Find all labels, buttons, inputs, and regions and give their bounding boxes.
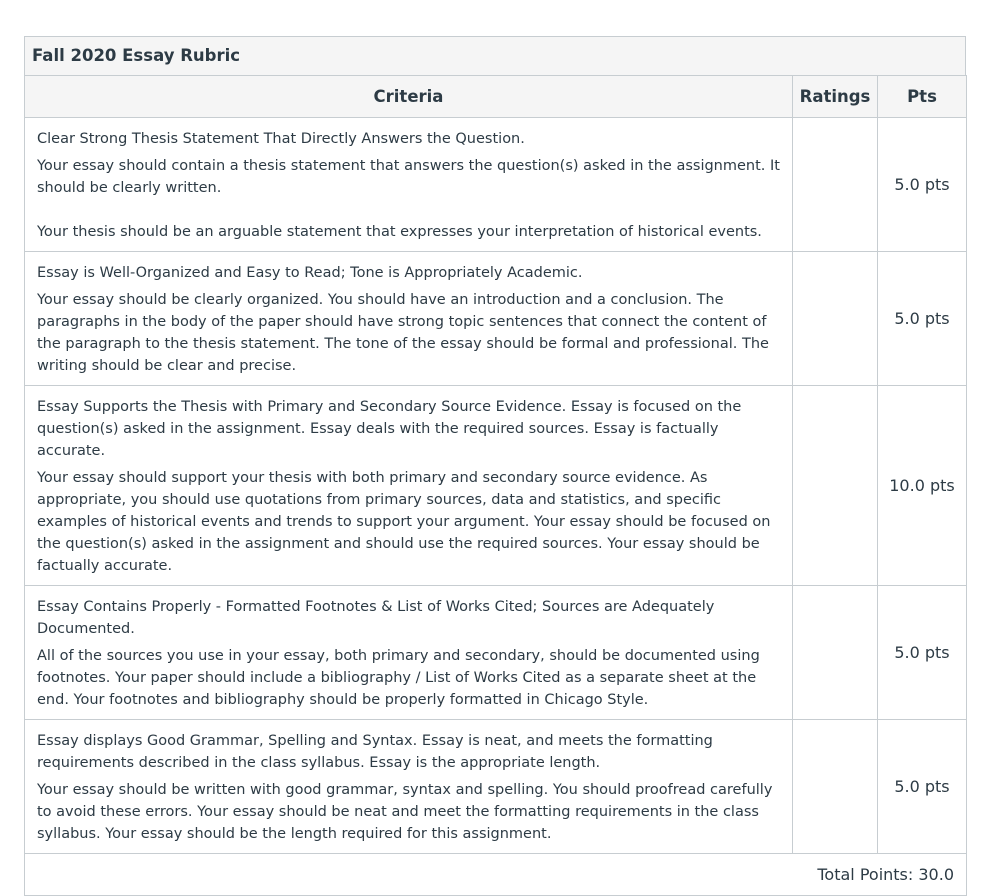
criterion-cell: Clear Strong Thesis Statement That Direc… (24, 117, 793, 252)
criterion-cell: Essay is Well-Organized and Easy to Read… (24, 251, 793, 386)
criterion-description: Essay displays Good Grammar, Spelling an… (37, 733, 713, 771)
criterion-description: Clear Strong Thesis Statement That Direc… (37, 131, 525, 147)
criterion-row: Essay displays Good Grammar, Spelling an… (24, 719, 967, 854)
criteria-header: Criteria (24, 75, 793, 118)
criterion-cell: Essay displays Good Grammar, Spelling an… (24, 719, 793, 854)
criterion-row: Clear Strong Thesis Statement That Direc… (24, 117, 967, 252)
points-cell: 5.0 pts (877, 719, 967, 854)
criterion-description: Essay Contains Properly - Formatted Foot… (37, 599, 715, 637)
criterion-long-description: Your essay should be written with good g… (37, 782, 773, 842)
criterion-description: Essay Supports the Thesis with Primary a… (37, 399, 742, 459)
rubric: Fall 2020 Essay Rubric Criteria Ratings … (24, 36, 967, 896)
criterion-long-description: Your essay should support your thesis wi… (37, 470, 771, 574)
rubric-table: Criteria Ratings Pts Clear Strong Thesis… (24, 75, 967, 896)
ratings-cell (792, 251, 878, 386)
criterion-row: Essay is Well-Organized and Easy to Read… (24, 251, 967, 386)
rubric-title: Fall 2020 Essay Rubric (24, 36, 966, 75)
criterion-cell: Essay Contains Properly - Formatted Foot… (24, 585, 793, 720)
points-cell: 5.0 pts (877, 585, 967, 720)
criterion-long-description: All of the sources you use in your essay… (37, 648, 760, 708)
pts-header: Pts (877, 75, 967, 118)
total-points: Total Points: 30.0 (24, 853, 967, 896)
criterion-cell: Essay Supports the Thesis with Primary a… (24, 385, 793, 586)
ratings-cell (792, 585, 878, 720)
criterion-row: Essay Contains Properly - Formatted Foot… (24, 585, 967, 720)
ratings-cell (792, 719, 878, 854)
ratings-cell (792, 385, 878, 586)
criterion-long-description: Your essay should be clearly organized. … (37, 292, 769, 374)
criterion-long-description: Your essay should contain a thesis state… (37, 158, 780, 240)
points-cell: 10.0 pts (877, 385, 967, 586)
criterion-description: Essay is Well-Organized and Easy to Read… (37, 265, 583, 281)
total-row: Total Points: 30.0 (24, 853, 967, 896)
points-cell: 5.0 pts (877, 251, 967, 386)
ratings-header: Ratings (792, 75, 878, 118)
points-cell: 5.0 pts (877, 117, 967, 252)
header-row: Criteria Ratings Pts (24, 75, 967, 118)
ratings-cell (792, 117, 878, 252)
criterion-row: Essay Supports the Thesis with Primary a… (24, 385, 967, 586)
